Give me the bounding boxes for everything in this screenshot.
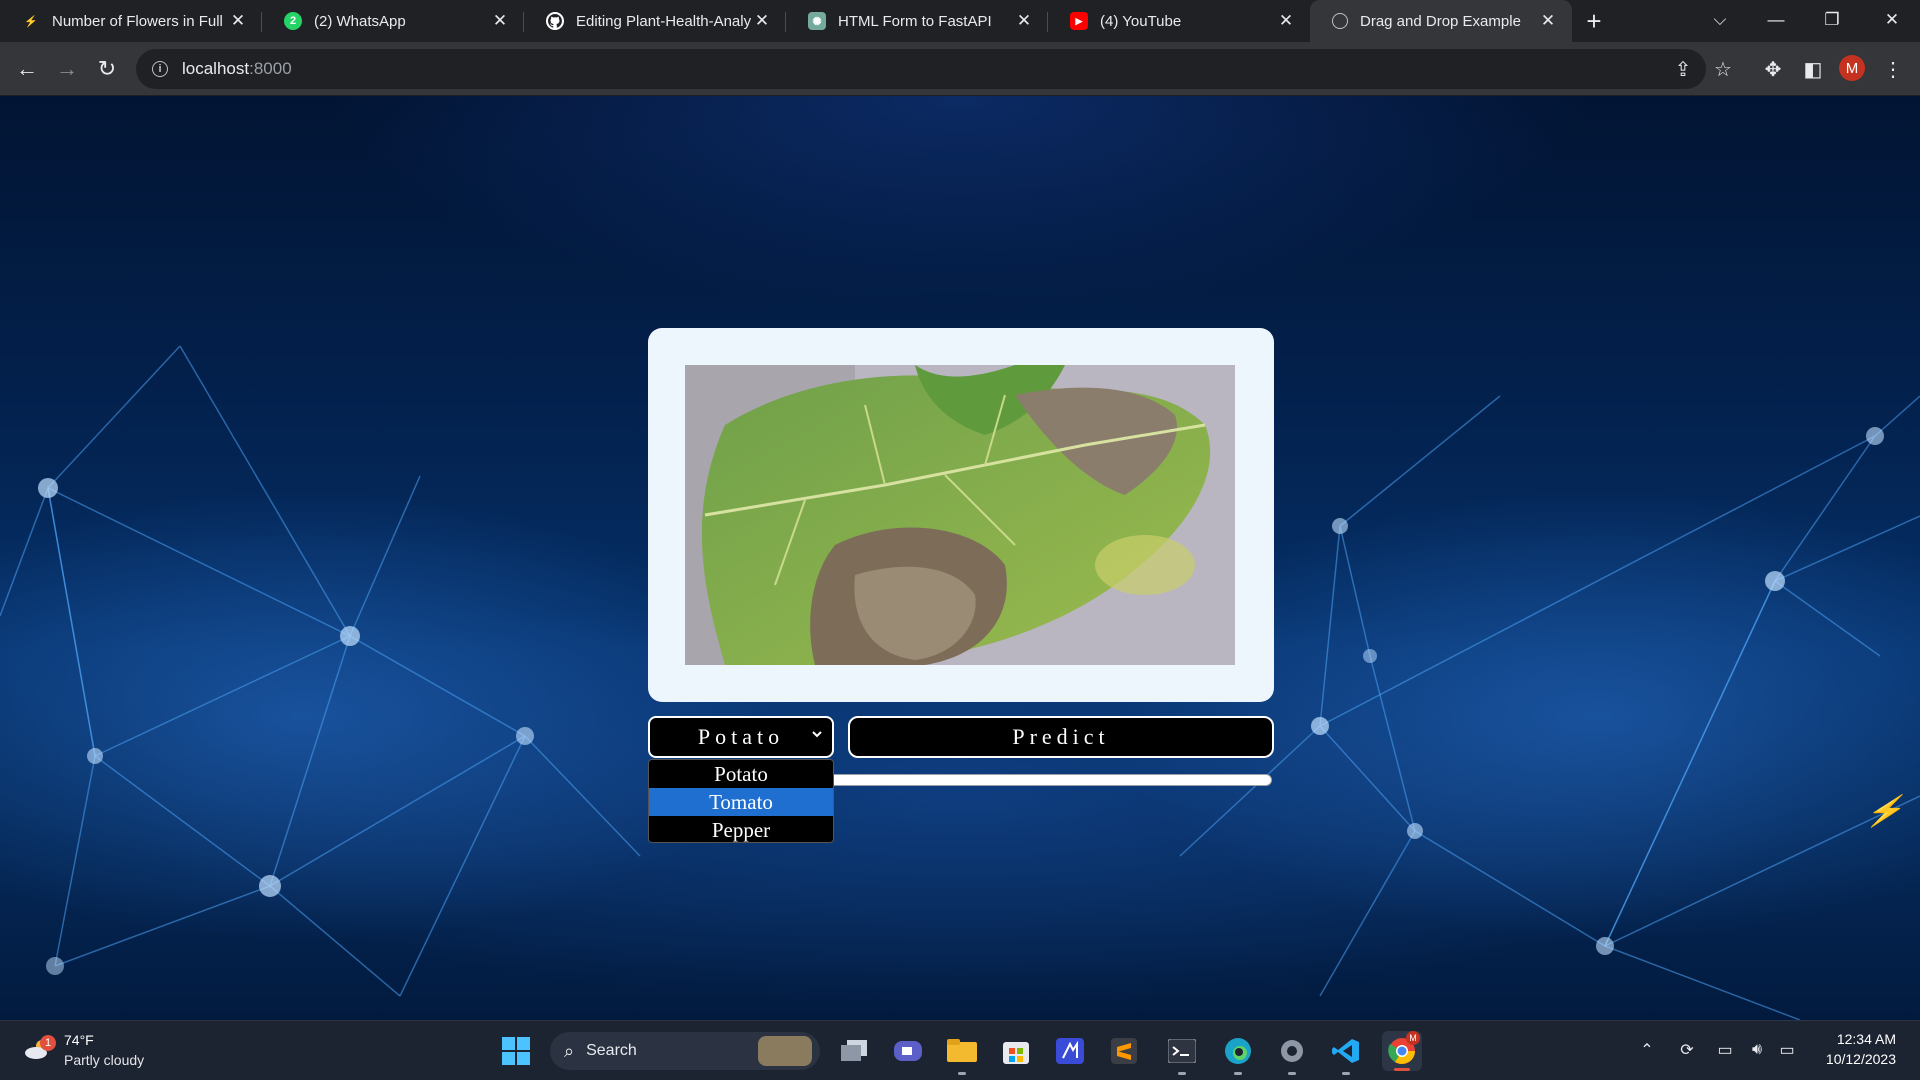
weather-alert-badge: 1 [40, 1035, 56, 1051]
tab-title: HTML Form to FastAPI [838, 12, 992, 30]
image-drop-zone[interactable] [648, 328, 1274, 702]
system-clock[interactable]: 12:34 AM 10/12/2023 [1826, 1029, 1896, 1069]
volume-icon[interactable]: 🔊︎ [1744, 1035, 1770, 1065]
forward-arrow-icon[interactable]: → [52, 54, 82, 84]
new-tab-button[interactable]: + [1572, 0, 1616, 42]
taskbar-search[interactable]: ⌕ Search [550, 1032, 820, 1070]
predict-button[interactable]: Predict [848, 716, 1274, 758]
reload-icon[interactable]: ↻ [92, 54, 122, 84]
back-arrow-icon[interactable]: ← [12, 54, 42, 84]
extensions-puzzle-icon[interactable]: ✥ [1758, 54, 1788, 84]
chevron-down-icon [812, 731, 822, 738]
close-icon[interactable]: ✕ [1014, 11, 1034, 31]
edge-browser-icon[interactable] [1218, 1031, 1258, 1075]
terminal-icon[interactable] [1162, 1031, 1202, 1075]
lightning-favicon-icon: ⚡ [24, 15, 38, 28]
tab-title: Number of Flowers in Full I [52, 12, 228, 30]
close-icon[interactable]: ✕ [490, 11, 510, 31]
search-highlight-image [758, 1036, 812, 1066]
option-tomato[interactable]: Tomato [649, 788, 833, 816]
address-bar[interactable]: i localhost:8000 [136, 49, 1706, 89]
option-pepper[interactable]: Pepper [649, 816, 833, 842]
bookmark-star-icon[interactable]: ☆ [1708, 54, 1738, 84]
microsoft-store-icon[interactable] [996, 1031, 1036, 1071]
minimize-button[interactable]: — [1748, 0, 1804, 40]
tab-youtube[interactable]: ▶ (4) YouTube ✕ [1048, 0, 1310, 42]
youtube-favicon-icon: ▶ [1070, 12, 1088, 30]
page-content: Potato Predict Potato Tomato Pepper ⚡ [0, 96, 1920, 1020]
tab-title: (2) WhatsApp [314, 12, 406, 30]
close-icon[interactable]: ✕ [1276, 11, 1296, 31]
menu-kebab-icon[interactable]: ⋮ [1878, 54, 1908, 84]
url-text: localhost:8000 [182, 59, 292, 78]
tab-flowers[interactable]: ⚡ Number of Flowers in Full I ✕ [0, 0, 262, 42]
github-favicon-icon [546, 12, 564, 30]
tab-title: Editing Plant-Health-Analy [576, 12, 752, 30]
profile-avatar[interactable]: M [1839, 55, 1865, 81]
close-window-button[interactable]: ✕ [1864, 0, 1920, 40]
tab-github[interactable]: Editing Plant-Health-Analy ✕ [524, 0, 786, 42]
close-icon[interactable]: ✕ [228, 11, 248, 31]
teams-meet-icon[interactable] [888, 1031, 928, 1071]
windows-start-icon[interactable] [496, 1031, 536, 1071]
uploaded-leaf-image [685, 365, 1235, 665]
search-icon: ⌕ [564, 1040, 575, 1061]
settings-gear-icon[interactable] [1272, 1031, 1312, 1075]
tab-strip: ⚡ Number of Flowers in Full I ✕ 2 (2) Wh… [0, 0, 1920, 42]
tab-chatgpt[interactable]: ✺ HTML Form to FastAPI ✕ [786, 0, 1048, 42]
show-hidden-icons-chevron-icon[interactable]: ⌃ [1634, 1035, 1660, 1065]
tab-search-chevron-icon[interactable]: ⌵ [1692, 0, 1748, 40]
file-explorer-icon[interactable] [942, 1031, 982, 1075]
task-view-icon[interactable] [834, 1031, 874, 1071]
browser-toolbar: ← → ↻ i localhost:8000 ⇪ ☆ ✥ ◧ ⋮ [0, 42, 1920, 96]
tab-title: (4) YouTube [1100, 12, 1182, 30]
battery-icon[interactable]: ▭ [1774, 1035, 1800, 1065]
vs-app-icon[interactable] [1050, 1031, 1090, 1071]
weather-condition: Partly cloudy [64, 1052, 145, 1068]
whatsapp-favicon-icon: 2 [284, 12, 302, 30]
weather-widget[interactable]: 1 74°F Partly cloudy [20, 1029, 190, 1073]
share-icon[interactable]: ⇪ [1668, 54, 1698, 84]
site-info-icon[interactable]: i [152, 61, 168, 77]
sublime-text-icon[interactable] [1104, 1031, 1144, 1071]
close-icon[interactable]: ✕ [1538, 11, 1558, 31]
tab-drag-and-drop[interactable]: Drag and Drop Example ✕ [1310, 0, 1572, 42]
close-icon[interactable]: ✕ [752, 11, 772, 31]
globe-favicon-icon [1332, 13, 1348, 29]
vscode-icon[interactable] [1326, 1031, 1366, 1075]
windows-taskbar: 1 74°F Partly cloudy ⌕ Search M ⌃ ⟳ ▭ 🔊︎… [0, 1020, 1920, 1080]
tab-whatsapp[interactable]: 2 (2) WhatsApp ✕ [262, 0, 524, 42]
chrome-browser-icon[interactable]: M [1382, 1031, 1422, 1071]
chatgpt-favicon-icon: ✺ [808, 12, 826, 30]
side-panel-icon[interactable]: ◧ [1798, 54, 1828, 84]
tab-title: Drag and Drop Example [1360, 12, 1521, 30]
crop-select[interactable]: Potato [648, 716, 834, 758]
restore-button[interactable]: ❐ [1804, 0, 1860, 40]
option-potato[interactable]: Potato [649, 760, 833, 788]
sync-icon[interactable]: ⟳ [1674, 1035, 1700, 1065]
network-display-icon[interactable]: ▭ [1712, 1035, 1738, 1065]
weather-temp: 74°F [64, 1032, 94, 1048]
crop-select-options: Potato Tomato Pepper [648, 759, 834, 843]
chrome-profile-badge: M [1406, 1031, 1420, 1045]
